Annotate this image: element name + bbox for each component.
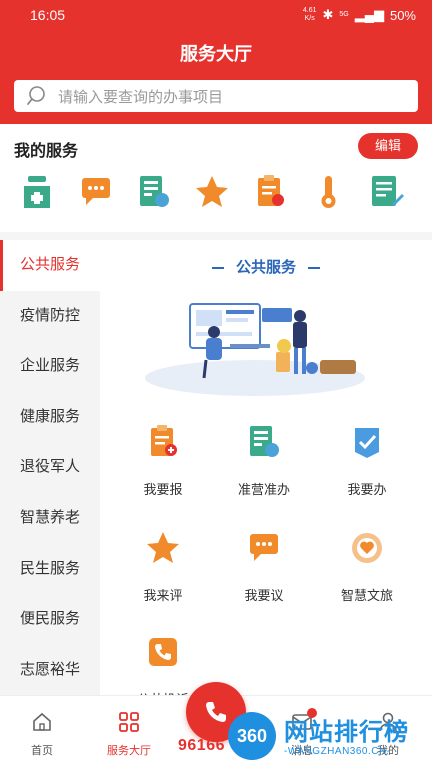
culture-tourism-service[interactable]: 智慧文旅 xyxy=(317,528,417,604)
watermark: 360 网站排行榜 -WANGZHAN360.CN- xyxy=(224,708,432,768)
task-check-icon xyxy=(355,428,379,458)
evaluate-service[interactable]: 我来评 xyxy=(113,528,213,604)
sidebar-item-volunteer[interactable]: 志愿裕华 xyxy=(0,645,100,696)
home-icon xyxy=(33,712,51,731)
hotline-number[interactable]: 96166 xyxy=(178,737,225,755)
edit-button[interactable]: 编辑 xyxy=(358,133,418,159)
tab-label: 首页 xyxy=(31,745,53,757)
banner-illustration xyxy=(145,303,365,396)
business-license-service[interactable]: 准营准办 xyxy=(214,422,314,498)
license-icon xyxy=(250,426,279,457)
grid-label: 准营准办 xyxy=(237,482,290,497)
grid-label: 我来评 xyxy=(143,588,183,603)
tab-home[interactable]: 首页 xyxy=(2,710,82,758)
grid-label: 我要办 xyxy=(347,482,387,497)
tab-label: 服务大厅 xyxy=(107,745,151,757)
my-services-panel: 我的服务 编辑 xyxy=(0,124,432,232)
watermark-logo: 360 xyxy=(228,712,276,760)
medicine-icon[interactable] xyxy=(18,172,58,212)
watermark-title: 网站排行榜 xyxy=(284,719,409,746)
star-icon[interactable] xyxy=(192,172,232,212)
my-services-title: 我的服务 xyxy=(14,143,79,160)
sidebar-item-enterprise[interactable]: 企业服务 xyxy=(0,341,100,392)
status-bar: 16:05 4.61 K/s ✱ 5G ▂▄▆ 50% xyxy=(0,0,432,30)
discuss-service[interactable]: 我要议 xyxy=(214,528,314,604)
status-time: 16:05 xyxy=(30,7,66,23)
thermometer-icon[interactable] xyxy=(308,172,348,212)
heart-circle-icon xyxy=(352,533,382,563)
tab-service-hall[interactable]: 服务大厅 xyxy=(89,710,169,758)
search-input[interactable]: 请输入要查询的办事项目 xyxy=(14,80,418,112)
report-service[interactable]: 我要报 xyxy=(113,422,213,498)
my-services-icons xyxy=(0,172,432,216)
sidebar-item-health[interactable]: 健康服务 xyxy=(0,392,100,443)
bluetooth-icon: ✱ xyxy=(322,7,334,22)
battery-level: 50% xyxy=(389,7,416,23)
net-speed: 4.61 K/s xyxy=(302,7,317,22)
phone-icon xyxy=(149,638,177,666)
signal-5g: 5G xyxy=(339,11,349,18)
service-content: 公共服务 我要报 准营准办 我要办 我来评 我要议 智慧文旅 xyxy=(100,240,432,707)
grid-label: 我要议 xyxy=(244,588,284,603)
chat-icon xyxy=(250,534,278,561)
clipboard-icon[interactable] xyxy=(250,172,290,212)
sidebar-item-convenience[interactable]: 便民服务 xyxy=(0,594,100,645)
header: 16:05 4.61 K/s ✱ 5G ▂▄▆ 50% 服务大厅 请输入要查询的办… xyxy=(0,0,432,124)
grid-label: 智慧文旅 xyxy=(340,588,393,603)
search-icon xyxy=(27,86,45,105)
chat-icon[interactable] xyxy=(76,172,116,212)
category-sidebar: 公共服务 疫情防控 企业服务 健康服务 退役军人 智慧养老 民生服务 便民服务 … xyxy=(0,240,100,695)
apply-service[interactable]: 我要办 xyxy=(317,422,417,498)
star-icon xyxy=(147,532,179,563)
sidebar-item-public[interactable]: 公共服务 xyxy=(0,240,100,291)
grid-label: 我要报 xyxy=(143,482,183,497)
signal-icon: ▂▄▆ xyxy=(354,7,384,22)
page-title: 服务大厅 xyxy=(180,44,252,64)
sidebar-item-epidemic[interactable]: 疫情防控 xyxy=(0,291,100,342)
status-icons: 4.61 K/s ✱ 5G ▂▄▆ 50% xyxy=(303,7,416,23)
clipboard-add-icon xyxy=(151,425,177,456)
document-edit-icon[interactable] xyxy=(366,172,406,212)
sidebar-item-veterans[interactable]: 退役军人 xyxy=(0,442,100,493)
license-icon[interactable] xyxy=(134,172,174,212)
grid-icon xyxy=(119,712,139,732)
sidebar-item-elderly[interactable]: 智慧养老 xyxy=(0,493,100,544)
search-placeholder: 请输入要查询的办事项目 xyxy=(58,88,224,106)
sidebar-item-livelihood[interactable]: 民生服务 xyxy=(0,544,100,595)
section-title: 公共服务 xyxy=(100,256,432,277)
watermark-url: -WANGZHAN360.CN- xyxy=(284,746,391,757)
